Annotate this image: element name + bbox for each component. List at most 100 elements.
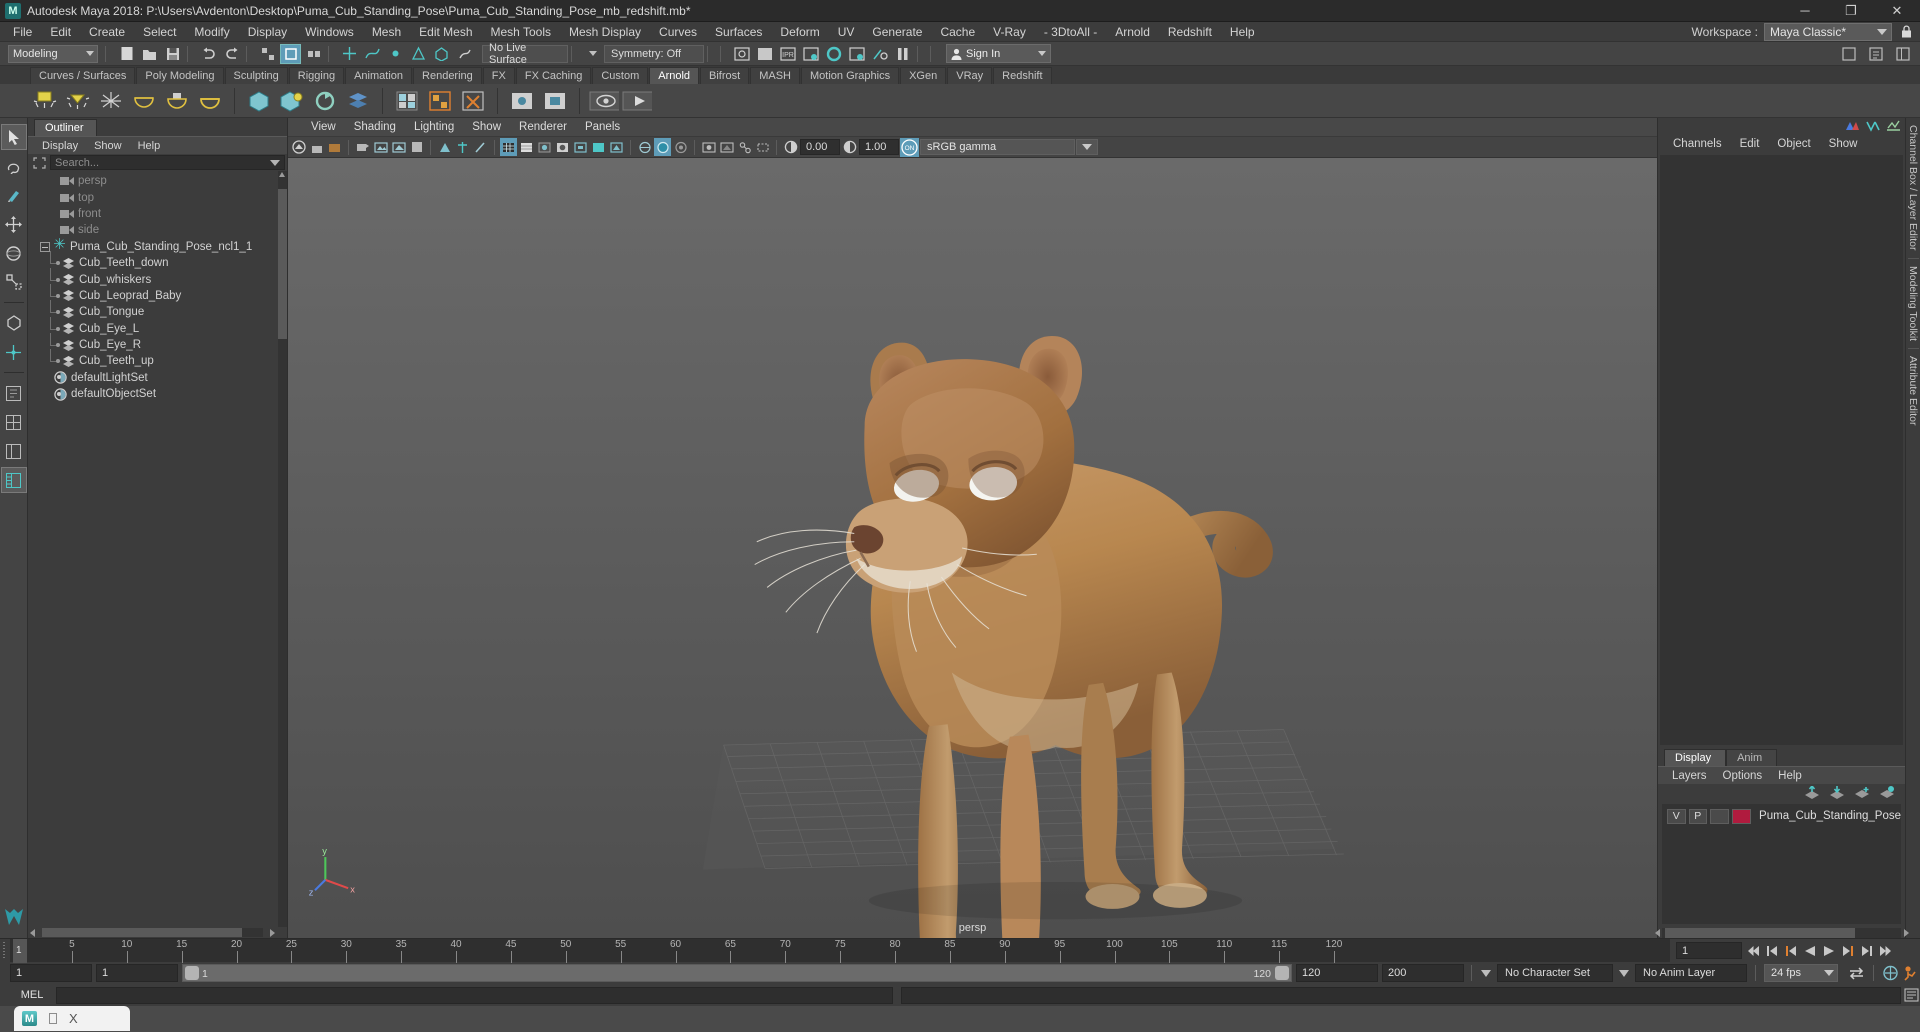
shelf-tab-fx[interactable]: FX [482, 67, 515, 84]
outliner-item[interactable]: Cub_Teeth_up [28, 349, 287, 369]
viewport-menu-renderer[interactable]: Renderer [510, 118, 576, 137]
layer-shading-toggle[interactable] [1710, 808, 1729, 824]
lasso-tool-icon[interactable] [1, 153, 27, 179]
render-settings-icon[interactable] [800, 44, 821, 64]
new-layer-icon[interactable] [1854, 786, 1870, 802]
script-editor-icon[interactable] [1903, 986, 1920, 1004]
taskbar-close-icon[interactable]: X [69, 1011, 78, 1026]
outliner-menu-display[interactable]: Display [34, 137, 86, 155]
snap-grid-icon[interactable] [339, 44, 360, 64]
menu-item-modify[interactable]: Modify [185, 22, 238, 42]
scale-tool-icon[interactable] [1, 269, 27, 295]
smooth-shade-all-icon[interactable] [518, 138, 535, 156]
arnold-light-manager-icon[interactable] [507, 86, 537, 116]
outliner-menu-show[interactable]: Show [86, 137, 130, 155]
scroll-right-arrow-icon[interactable] [270, 928, 275, 937]
shelf-tab-custom[interactable]: Custom [592, 67, 649, 84]
channel-box-menu-show[interactable]: Show [1820, 135, 1867, 153]
outliner-tab[interactable]: Outliner [34, 119, 97, 136]
color-space-dropdown[interactable] [1076, 139, 1098, 155]
scrollbar-thumb[interactable] [278, 189, 287, 339]
playback-speed-field[interactable]: 24 fps [1764, 964, 1838, 982]
layer-visibility-toggle[interactable]: V [1667, 808, 1686, 824]
outliner-item[interactable]: Cub_whiskers [28, 267, 287, 287]
scroll-left-arrow-icon[interactable] [1655, 929, 1660, 937]
arnold-clear-icon[interactable] [458, 86, 488, 116]
snap-curve-icon[interactable] [362, 44, 383, 64]
outliner-item[interactable]: Cub_Eye_L [28, 316, 287, 337]
menu-item-3dtoall[interactable]: - 3DtoAll - [1035, 22, 1106, 42]
shelf-tab-sculpting[interactable]: Sculpting [224, 67, 288, 84]
close-button[interactable]: ✕ [1874, 0, 1920, 22]
restore-window-icon[interactable] [49, 1013, 57, 1024]
character-set-dropdown[interactable] [1479, 964, 1493, 982]
shaded-with-textures-icon[interactable] [554, 138, 571, 156]
arnold-start-render-icon[interactable] [622, 86, 652, 116]
film-gate-icon[interactable] [436, 138, 453, 156]
move-layer-up-icon[interactable] [1804, 784, 1820, 802]
range-slider-left-handle[interactable] [185, 966, 199, 980]
outliner-item[interactable]: persp [28, 173, 287, 189]
current-frame-field[interactable]: 1 [1676, 942, 1742, 959]
time-slider-grip[interactable] [0, 939, 10, 962]
step-forward-keyframe-icon[interactable] [1858, 942, 1875, 960]
arnold-render-icon[interactable] [392, 86, 422, 116]
graph-toggle-icon[interactable] [1886, 119, 1901, 135]
shelf-tab-bifrost[interactable]: Bifrost [700, 67, 750, 84]
viewport-menu-panels[interactable]: Panels [576, 118, 629, 137]
shelf-tab-motion-graphics[interactable]: Motion Graphics [801, 67, 900, 84]
step-back-keyframe-icon[interactable] [1763, 942, 1780, 960]
arnold-skydome-light-icon[interactable] [96, 86, 126, 116]
depth-of-field-icon[interactable] [672, 138, 689, 156]
resolution-gate-icon[interactable] [454, 138, 471, 156]
sign-in-button[interactable]: Sign In [946, 44, 1051, 63]
menu-item-file[interactable]: File [4, 22, 41, 42]
xray-icon[interactable] [718, 138, 735, 156]
color-space-field[interactable]: sRGB gamma [920, 139, 1075, 155]
layer-horizontal-scrollbar[interactable] [1655, 928, 1909, 938]
viewport-menu-lighting[interactable]: Lighting [405, 118, 463, 137]
render-current-frame-icon[interactable] [754, 44, 775, 64]
channel-box-menu-channels[interactable]: Channels [1664, 135, 1731, 153]
shadows-icon[interactable] [590, 138, 607, 156]
menu-item-redshift[interactable]: Redshift [1159, 22, 1221, 42]
channel-box-menu-object[interactable]: Object [1768, 135, 1819, 153]
shelf-tab-vray[interactable]: VRay [947, 67, 993, 84]
hscroll-thumb[interactable] [1665, 928, 1855, 938]
layer-row[interactable]: V P Puma_Cub_Standing_Pose [1662, 807, 1901, 825]
puma-cub-model[interactable]: y x z [288, 158, 1657, 938]
lock-camera-icon[interactable] [308, 138, 325, 156]
range-slider[interactable]: 1 120 [182, 964, 1292, 982]
command-input[interactable] [56, 986, 893, 1004]
grid-toggle-icon[interactable] [408, 138, 425, 156]
menu-item-mesh-display[interactable]: Mesh Display [560, 22, 650, 42]
outliner-tree[interactable]: persp top front side ✳ Puma_Cub_Standing_Pose… [28, 171, 287, 927]
layer-playback-toggle[interactable]: P [1688, 808, 1708, 824]
select-camera-icon[interactable] [290, 138, 307, 156]
go-to-end-icon[interactable] [1877, 942, 1894, 960]
selection-brackets-icon[interactable] [30, 155, 48, 170]
viewport-menu-show[interactable]: Show [463, 118, 510, 137]
shelf-tab-redshift[interactable]: Redshift [993, 67, 1052, 84]
tab-attribute-editor[interactable]: Attribute Editor [1907, 349, 1919, 432]
open-scene-icon[interactable] [139, 44, 160, 64]
shelf-tab-arnold[interactable]: Arnold [649, 67, 700, 84]
move-tool-icon[interactable] [1, 211, 27, 237]
ipr-render-icon[interactable]: IPR [777, 44, 798, 64]
tab-channel-box-layer-editor[interactable]: Channel Box / Layer Editor [1907, 118, 1919, 258]
make-live-icon[interactable] [454, 44, 475, 64]
scroll-up-arrow-icon[interactable] [279, 172, 285, 177]
undo-icon[interactable] [198, 44, 219, 64]
new-layer-from-selected-icon[interactable] [1879, 786, 1895, 802]
channel-box-toggle-icon[interactable] [1844, 119, 1859, 135]
gamma-icon[interactable] [841, 138, 858, 156]
maximize-button[interactable]: ❐ [1828, 0, 1874, 22]
render-view-icon[interactable] [731, 44, 752, 64]
rotate-tool-icon[interactable] [1, 240, 27, 266]
menu-set-selector[interactable]: Modeling [8, 44, 98, 63]
gamma-field[interactable]: 1.00 [859, 139, 899, 155]
select-tool-icon[interactable] [0, 124, 27, 150]
menu-item-v-ray[interactable]: V-Ray [984, 22, 1035, 42]
view-single-pane-icon[interactable] [1, 380, 27, 406]
animation-start-field[interactable]: 1 [10, 964, 92, 982]
